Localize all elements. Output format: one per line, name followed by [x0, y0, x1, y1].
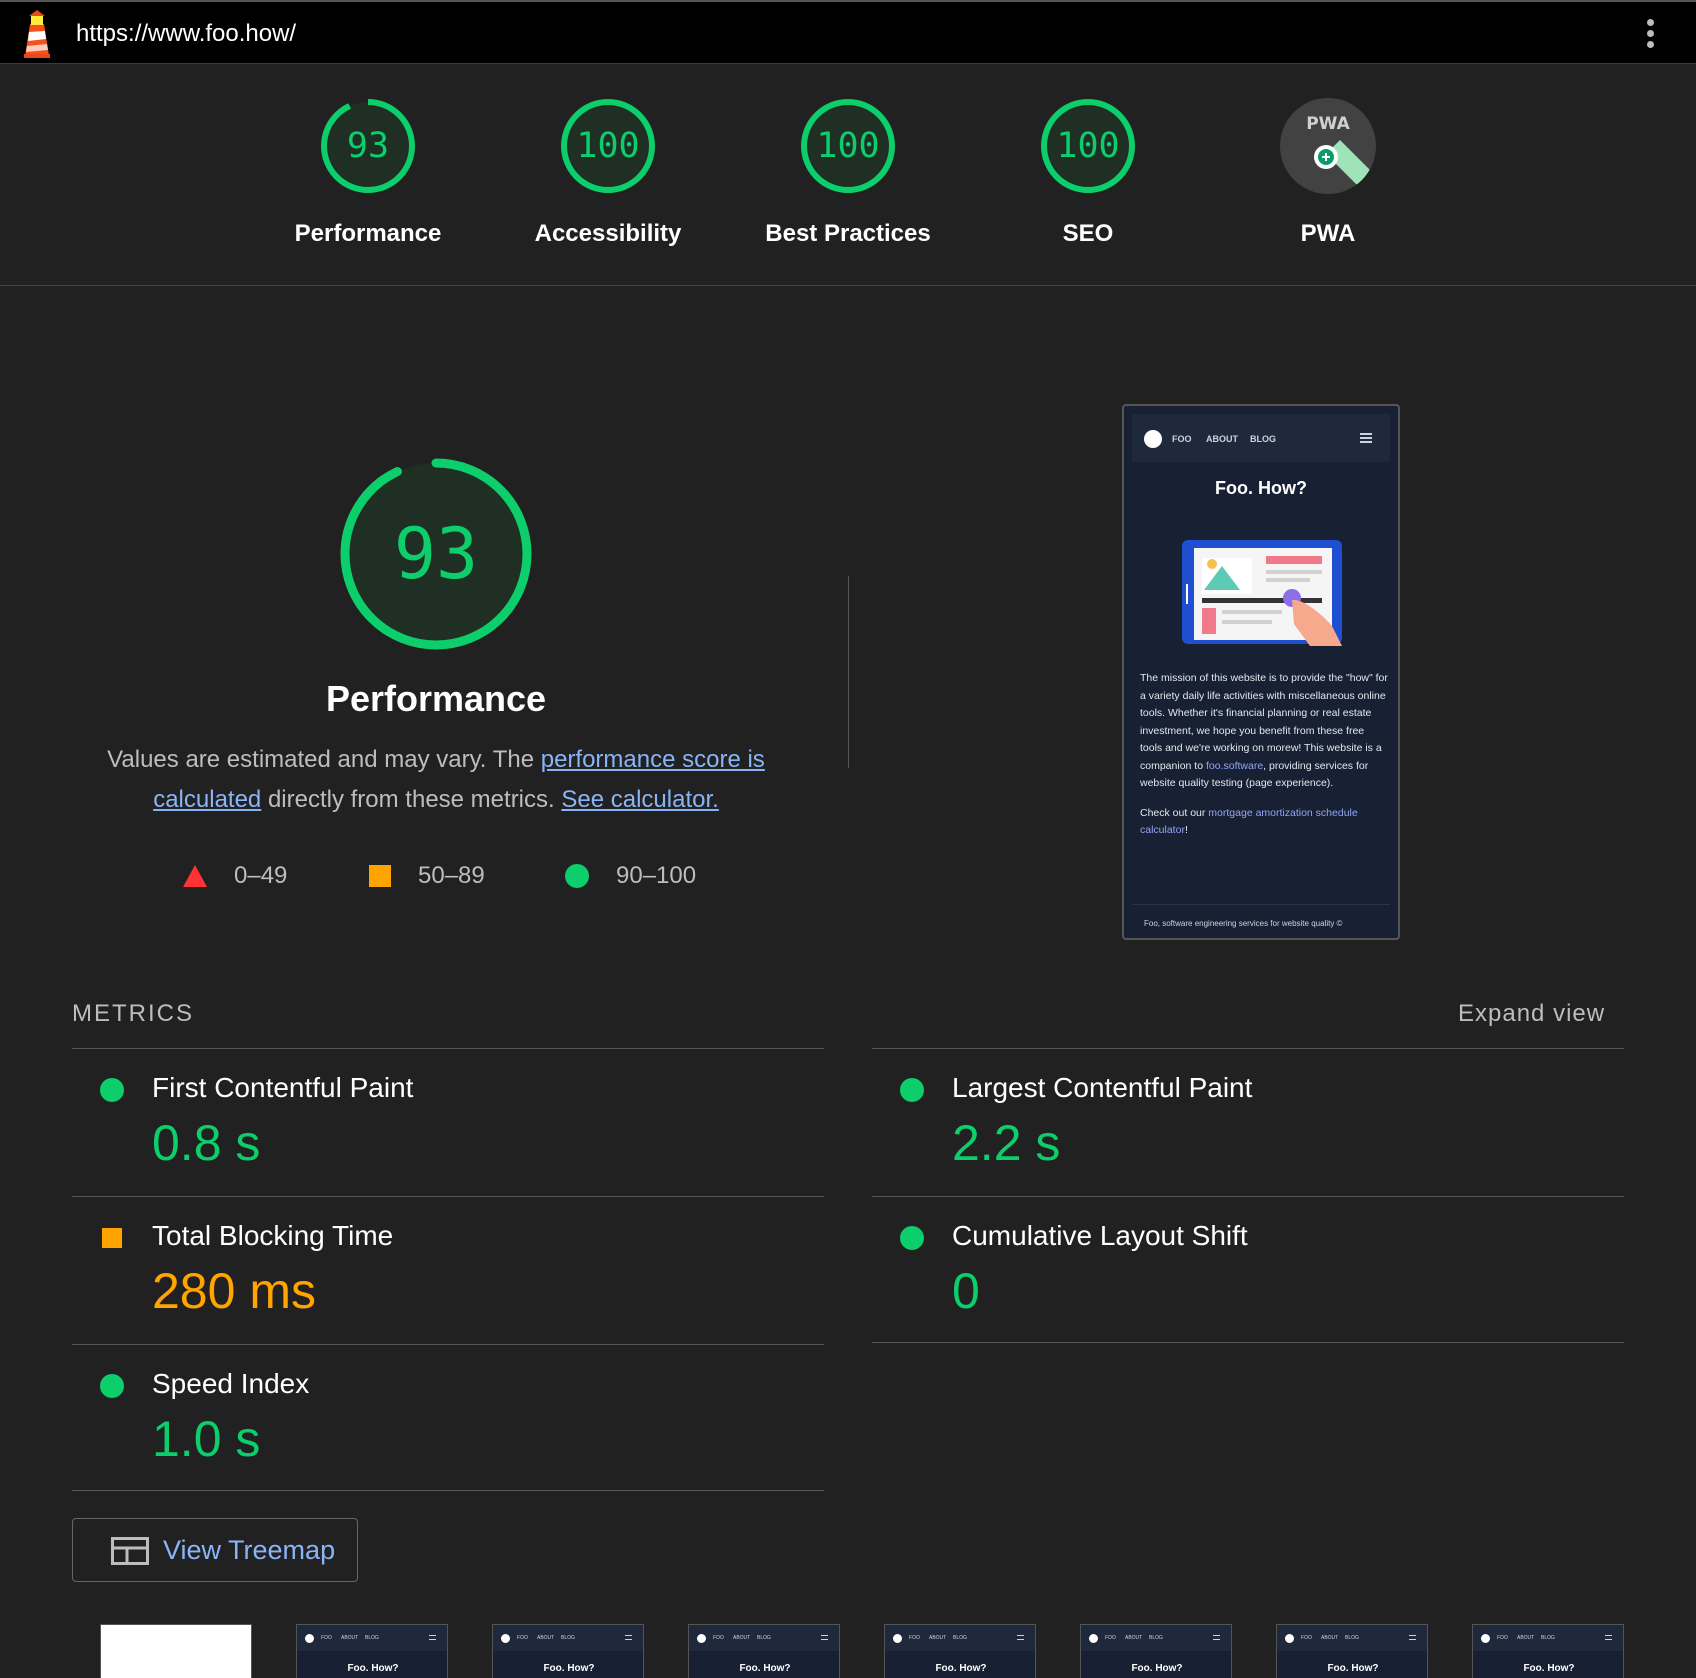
average-square-icon [102, 1228, 122, 1248]
pwa-badge-icon: PWA [1278, 96, 1378, 196]
filmstrip-frame: FOO ABOUT BLOG Foo. How? [1472, 1624, 1624, 1678]
square-icon [369, 865, 391, 887]
metric-value: 0 [952, 1263, 980, 1319]
score-value: 100 [816, 126, 880, 166]
legend-range: 0–49 [234, 862, 288, 889]
expand-view-button[interactable]: Expand view [1458, 1000, 1605, 1028]
performance-score: 93 [393, 513, 479, 595]
performance-title: Performance [325, 678, 547, 719]
score-value: 100 [576, 126, 640, 166]
filmstrip-frame [100, 1624, 252, 1678]
score-value: 100 [1056, 126, 1120, 166]
score-label: SEO [1062, 220, 1114, 247]
divider [872, 1342, 1624, 1343]
screenshot-body: The mission of this website is to provid… [1140, 672, 1388, 836]
score-best-practices[interactable]: 100 Best Practices [748, 96, 948, 248]
treemap-icon [111, 1537, 149, 1565]
divider [72, 1490, 824, 1491]
pass-circle-icon [100, 1078, 124, 1102]
metric-value: 280 ms [152, 1263, 316, 1319]
legend-fail: 0–49 [182, 862, 287, 890]
lighthouse-logo-icon [24, 10, 50, 58]
metric-cumulative-layout-shift[interactable]: Cumulative Layout Shift 0 [872, 1196, 1624, 1344]
metrics-heading: METRICS [72, 1000, 194, 1027]
frame-title: Foo. How? [935, 1663, 987, 1674]
performance-gauge: 93 [336, 454, 536, 654]
legend-range: 90–100 [616, 862, 697, 889]
filmstrip-frame: FOO ABOUT BLOG Foo. How? [688, 1624, 840, 1678]
hero-illustration-icon [1182, 540, 1342, 646]
metric-first-contentful-paint[interactable]: First Contentful Paint 0.8 s [72, 1048, 824, 1196]
performance-description: Values are estimated and may vary. The p… [96, 740, 776, 820]
divider [848, 576, 849, 768]
nav-item: ABOUT [1206, 434, 1238, 444]
pass-circle-icon [900, 1226, 924, 1250]
filmstrip-frame: FOO ABOUT BLOG Foo. How? [296, 1624, 448, 1678]
score-performance[interactable]: 93 Performance [268, 96, 468, 248]
triangle-icon [183, 865, 207, 887]
score-value: 93 [346, 126, 390, 166]
metric-value: 1.0 s [152, 1411, 261, 1467]
view-treemap-label: View Treemap [163, 1535, 336, 1565]
frame-title: Foo. How? [739, 1663, 791, 1674]
menu-icon [1360, 433, 1372, 443]
score-label: Best Practices [765, 220, 931, 247]
desc-text: directly from these metrics. [261, 786, 562, 813]
filmstrip-frame: FOO ABOUT BLOG Foo. How? [1276, 1624, 1428, 1678]
site-logo-icon [1144, 430, 1162, 448]
metric-value: 0.8 s [152, 1115, 261, 1171]
metric-value: 2.2 s [952, 1115, 1061, 1171]
top-bar: https://www.foo.how/ [0, 0, 1696, 64]
score-pwa[interactable]: PWA PWA [1228, 96, 1428, 248]
more-options-icon[interactable] [1640, 16, 1660, 52]
legend-pass: 90–100 [564, 862, 696, 890]
score-seo[interactable]: 100 SEO [988, 96, 1188, 248]
screenshot-footer: Foo, software engineering services for w… [1132, 904, 1390, 928]
score-label: Accessibility [534, 220, 682, 247]
nav-item: BLOG [1250, 434, 1276, 444]
metric-largest-contentful-paint[interactable]: Largest Contentful Paint 2.2 s [872, 1048, 1624, 1196]
metric-name: Largest Contentful Paint [952, 1072, 1253, 1103]
metric-name: Total Blocking Time [152, 1220, 394, 1251]
circle-icon [565, 864, 589, 888]
nav-item: FOO [1172, 434, 1192, 444]
score-label: PWA [1300, 220, 1356, 247]
score-gauge: 100 [558, 96, 658, 196]
filmstrip-frame: FOO ABOUT BLOG Foo. How? [492, 1624, 644, 1678]
frame-title: Foo. How? [347, 1663, 399, 1674]
metric-name: Speed Index [152, 1368, 310, 1399]
frame-title: Foo. How? [1131, 1663, 1183, 1674]
score-label: Performance [294, 220, 442, 247]
see-calculator-link[interactable]: See calculator. [561, 786, 718, 813]
pass-circle-icon [900, 1078, 924, 1102]
desc-text: Values are estimated and may vary. The [107, 746, 541, 773]
screenshot-nav: FOO ABOUT BLOG [1132, 414, 1390, 462]
metric-name: Cumulative Layout Shift [952, 1220, 1248, 1251]
frame-title: Foo. How? [1327, 1663, 1379, 1674]
legend-average: 50–89 [368, 862, 485, 890]
final-screenshot[interactable]: FOO ABOUT BLOG Foo. How? The mission of … [1122, 404, 1400, 940]
pass-circle-icon [100, 1374, 124, 1398]
score-gauge: 100 [1038, 96, 1138, 196]
legend-range: 50–89 [418, 862, 485, 889]
metric-name: First Contentful Paint [152, 1072, 414, 1103]
filmstrip-frame: FOO ABOUT BLOG Foo. How? [1080, 1624, 1232, 1678]
category-scores: 93 Performance 100 Accessibility 100 Bes… [0, 64, 1696, 286]
frame-title: Foo. How? [543, 1663, 595, 1674]
score-accessibility[interactable]: 100 Accessibility [508, 96, 708, 248]
page-url: https://www.foo.how/ [76, 20, 297, 47]
view-treemap-button[interactable]: View Treemap [72, 1518, 358, 1582]
metric-speed-index[interactable]: Speed Index 1.0 s [72, 1344, 824, 1492]
frame-title: Foo. How? [1523, 1663, 1575, 1674]
metric-total-blocking-time[interactable]: Total Blocking Time 280 ms [72, 1196, 824, 1344]
filmstrip-frame: FOO ABOUT BLOG Foo. How? [884, 1624, 1036, 1678]
screenshot-title: Foo. How? [1215, 478, 1307, 498]
score-gauge: 100 [798, 96, 898, 196]
pwa-badge-text: PWA [1306, 114, 1350, 134]
score-gauge: 93 [318, 96, 418, 196]
